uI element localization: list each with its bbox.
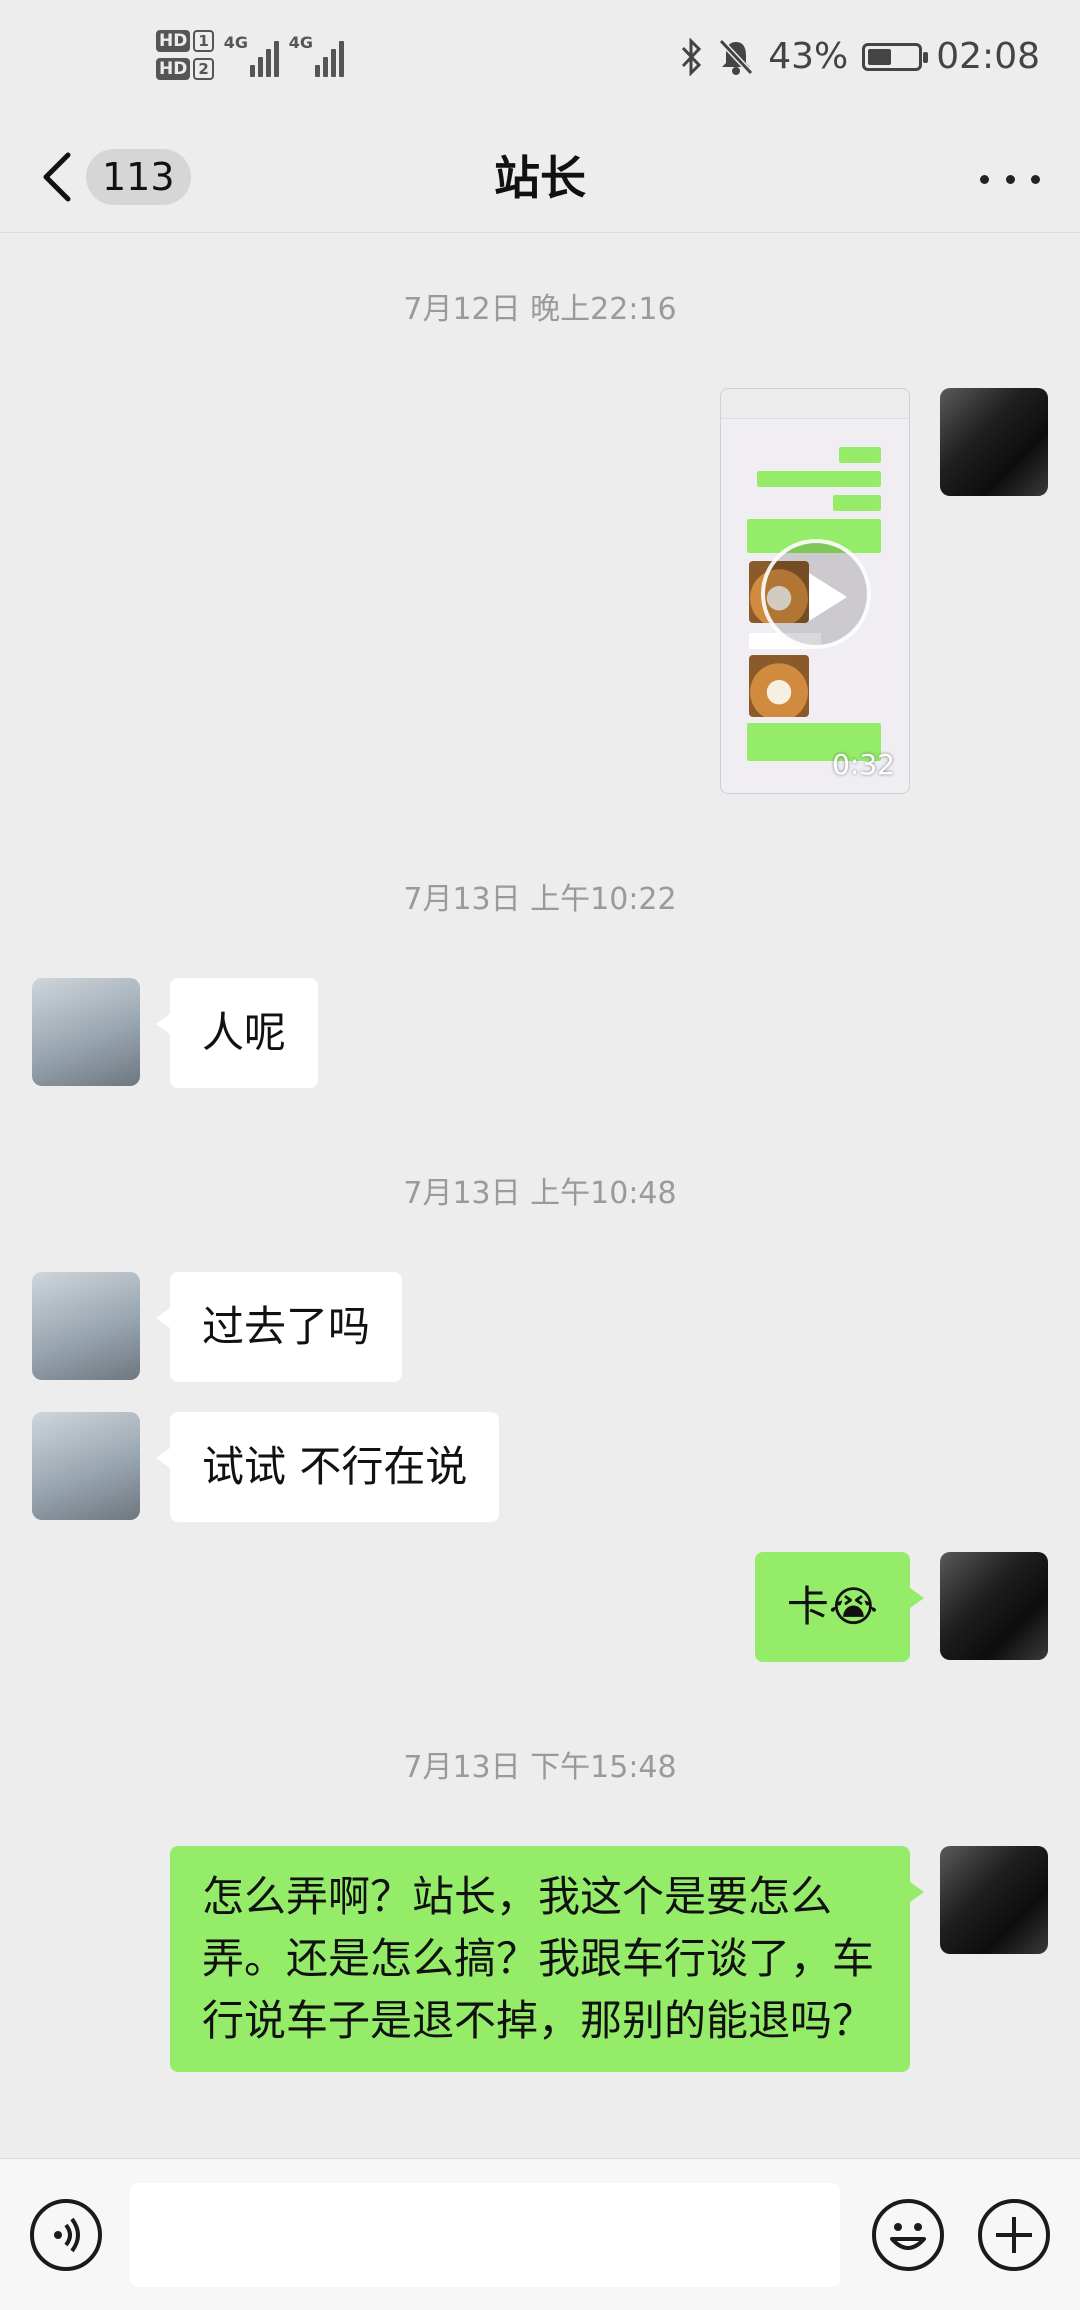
more-options-icon[interactable]: [980, 161, 1040, 197]
video-message[interactable]: 0:32: [720, 388, 910, 794]
voice-input-icon[interactable]: [30, 2199, 102, 2271]
add-icon[interactable]: [978, 2199, 1050, 2271]
timestamp: 7月12日 晚上22:16: [403, 292, 677, 327]
signal-strength-icon: 4G: [224, 33, 279, 77]
video-duration: 0:32: [832, 748, 895, 781]
battery-percent: 43%: [768, 36, 849, 77]
play-icon[interactable]: [761, 539, 871, 649]
avatar[interactable]: [940, 1846, 1048, 1954]
clock: 02:08: [936, 36, 1040, 77]
mute-bell-icon: [719, 38, 754, 75]
message-input[interactable]: [130, 2183, 840, 2287]
message-bubble[interactable]: 人呢: [155, 978, 319, 1088]
avatar[interactable]: [940, 1552, 1048, 1660]
sim2-indicator: HD 2: [156, 58, 214, 80]
emoji-icon[interactable]: [872, 2199, 944, 2271]
signal-strength-icon: 4G: [289, 33, 344, 77]
message-bubble[interactable]: 怎么弄啊？站长，我这个是要怎么弄。还是怎么搞？我跟车行谈了，车行说车子是退不掉，…: [170, 1846, 924, 2072]
timestamp: 7月13日 下午15:48: [403, 1750, 677, 1785]
sim-indicators: HD 1 HD 2 4G 4G: [156, 30, 344, 80]
sim1-indicator: HD 1: [156, 30, 214, 52]
avatar[interactable]: [32, 1412, 140, 1520]
input-bar: [0, 2158, 1080, 2310]
smiley-face-icon: [890, 2223, 926, 2250]
avatar[interactable]: [32, 978, 140, 1086]
message-bubble[interactable]: 试试 不行在说: [155, 1412, 500, 1522]
chat-title: 站长: [494, 151, 586, 205]
battery-icon: [862, 42, 929, 71]
video-thumbnail-header: [721, 389, 909, 419]
chat-header: 113 站长: [0, 125, 1080, 233]
timestamp: 7月13日 上午10:48: [403, 1176, 677, 1211]
status-right: 43% 02:08: [680, 36, 1040, 77]
status-bar: HD 1 HD 2 4G 4G 43% 02:08: [0, 0, 1080, 125]
message-bubble[interactable]: 卡😭: [754, 1552, 925, 1662]
voice-waves-icon: [54, 2217, 80, 2253]
timestamp: 7月13日 上午10:22: [403, 882, 677, 917]
bluetooth-icon: [682, 37, 702, 76]
message-bubble[interactable]: 过去了吗: [155, 1272, 403, 1382]
avatar[interactable]: [940, 388, 1048, 496]
avatar[interactable]: [32, 1272, 140, 1380]
plus-icon: [996, 2217, 1032, 2253]
